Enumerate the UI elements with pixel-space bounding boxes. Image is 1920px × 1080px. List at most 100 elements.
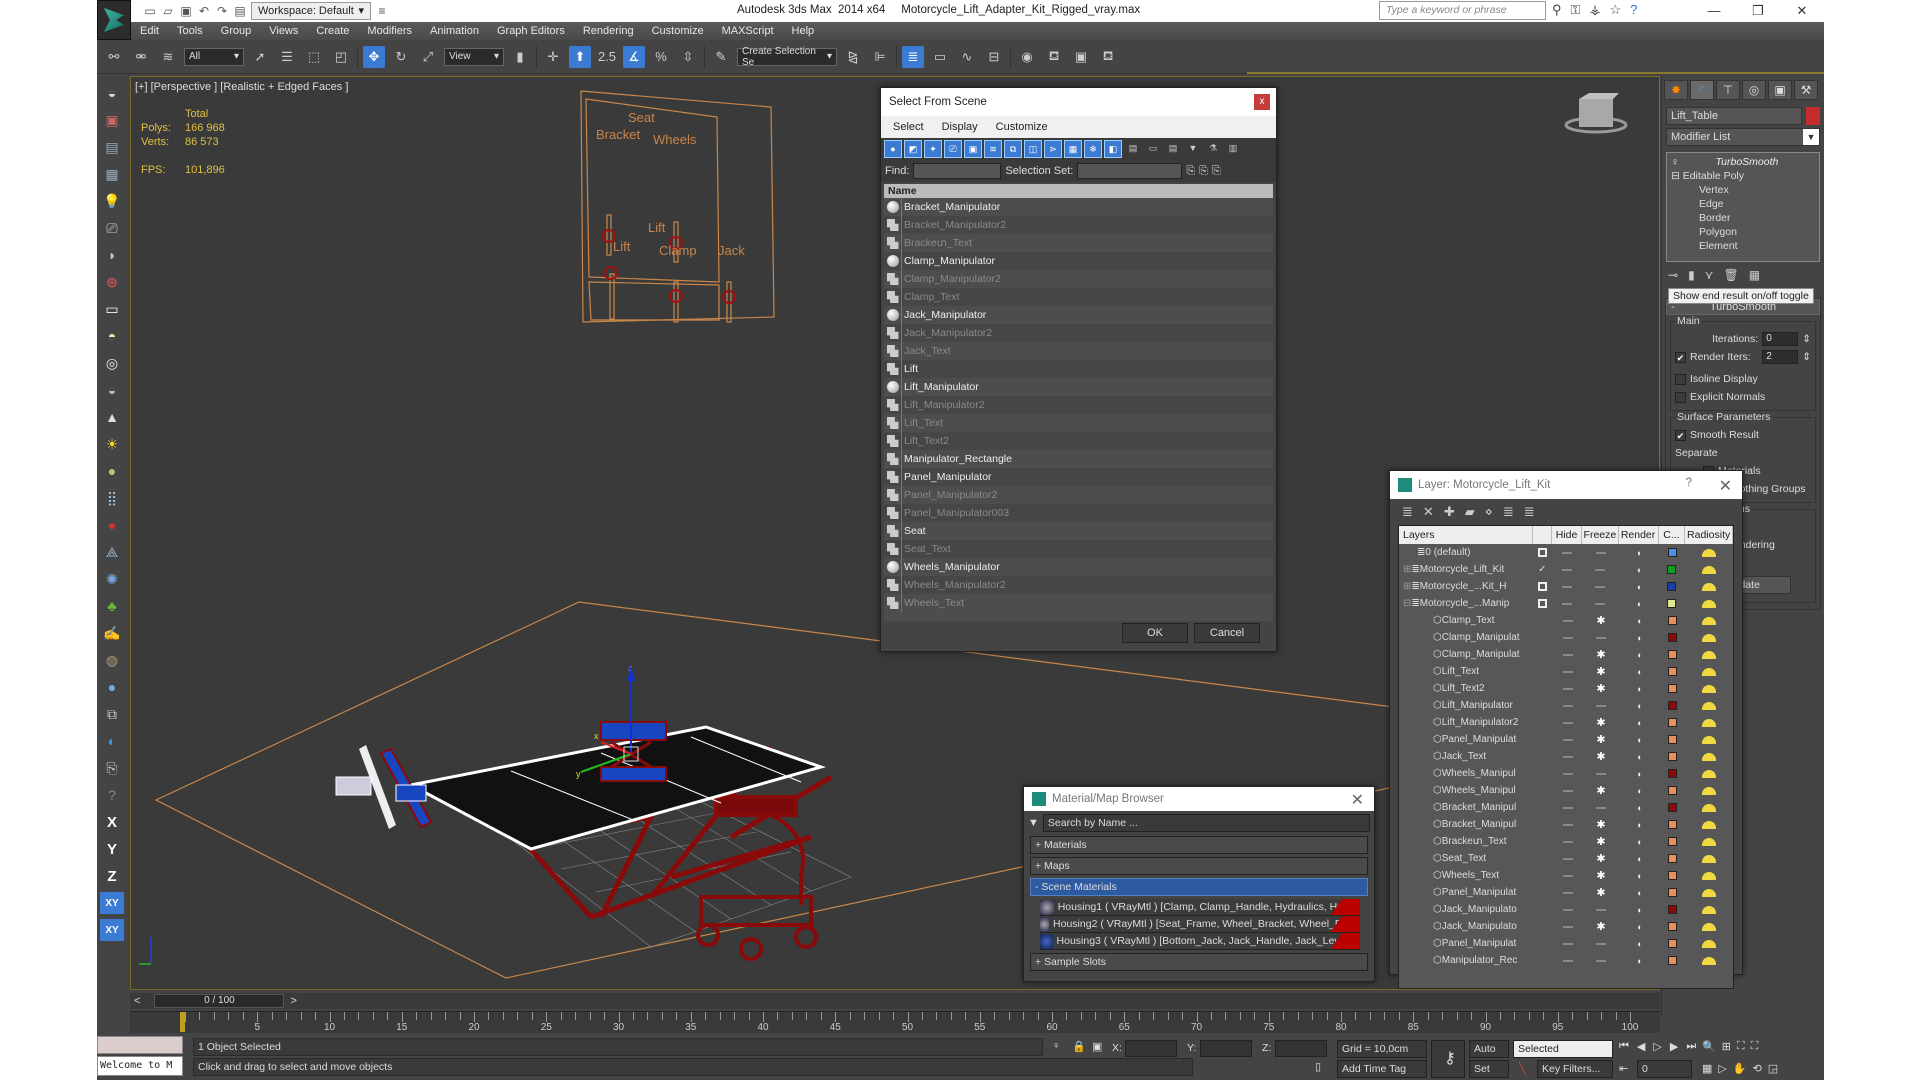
angle-snap-icon[interactable]: ∡ (623, 45, 645, 68)
hide-toggle[interactable] (1552, 602, 1583, 605)
light-bulb-icon[interactable]: 💡 (101, 190, 123, 212)
rectangular-selection-icon[interactable]: ⬚ (303, 46, 325, 68)
show-end-result-icon[interactable]: ▮ (1688, 268, 1695, 282)
menu-group[interactable]: Group (212, 25, 261, 37)
orbit-icon[interactable]: ⟲ (1753, 1062, 1762, 1075)
layer-color-swatch[interactable] (1659, 548, 1686, 557)
layer-object-row[interactable]: ⬡ Wheels_Manipul ◖ (1399, 765, 1733, 782)
panel-layout-icon[interactable]: ▦ (101, 163, 123, 185)
add-time-tag-button[interactable]: Add Time Tag (1337, 1060, 1427, 1078)
lightbulb-icon[interactable]: ♀ (1671, 155, 1679, 169)
cancel-button[interactable]: Cancel (1194, 623, 1260, 643)
layer-object-row[interactable]: ⬡ Clamp_Manipulat ◖ (1399, 629, 1733, 646)
scene-object-row[interactable]: Lift_Manipulator2 (884, 396, 1273, 414)
stack-subobject-vertex[interactable]: Vertex (1671, 183, 1815, 197)
layer-color-swatch[interactable] (1659, 701, 1686, 710)
undo-icon[interactable]: ↶ (197, 4, 211, 18)
radiosity-toggle[interactable] (1685, 599, 1733, 608)
zoom-extents-icon[interactable]: ⛶ (1737, 1040, 1745, 1053)
freeze-toggle[interactable]: ✱ (1583, 665, 1619, 678)
layer-color-swatch[interactable] (1659, 582, 1686, 591)
scene-object-row[interactable]: Wheels_Text (884, 594, 1273, 612)
menu-select[interactable]: Select (893, 121, 924, 133)
menu-display[interactable]: Display (942, 121, 978, 133)
freeze-toggle[interactable]: ✱ (1583, 818, 1619, 831)
freeze-toggle[interactable] (1583, 704, 1619, 707)
scene-object-row[interactable]: Jack_Manipulator (884, 306, 1273, 324)
radiosity-toggle[interactable] (1686, 854, 1733, 863)
current-layer-toggle[interactable] (1533, 548, 1552, 557)
columns-icon[interactable]: ▥ (1224, 140, 1242, 158)
select-and-link-icon[interactable]: ⚯ (103, 46, 125, 68)
isolate-icon[interactable]: ♀ (1052, 1040, 1060, 1052)
spinner-snap-icon[interactable]: ⇳ (677, 46, 699, 68)
layer-object-row[interactable]: ⬡ Panel_Manipulat ✱ ◖ (1399, 884, 1733, 901)
key-icon[interactable]: ⚿ (1571, 2, 1581, 18)
render-toggle[interactable]: ◖ (1619, 820, 1659, 830)
percent-snap-icon[interactable]: % (650, 46, 672, 68)
zoom-icon[interactable]: 🔍 (1702, 1040, 1716, 1053)
render-toggle[interactable]: ◖ (1619, 650, 1659, 660)
layer-color-swatch[interactable] (1659, 565, 1686, 574)
scene-materials-section[interactable]: - Scene Materials (1030, 878, 1368, 896)
create-tab-icon[interactable]: ✸ (1664, 80, 1688, 100)
freeze-toggle[interactable]: ✱ (1583, 682, 1619, 695)
radiosity-toggle[interactable] (1686, 684, 1733, 693)
scene-object-row[interactable]: Jack_Manipulator2 (884, 324, 1273, 342)
hide-toggle[interactable] (1552, 585, 1583, 588)
next-frame-icon[interactable]: ▶ (1670, 1040, 1678, 1053)
expand-toggle-icon[interactable]: ⊞ (1403, 581, 1411, 592)
freeze-toggle[interactable]: ✱ (1583, 733, 1619, 746)
save-icon[interactable]: ▣ (179, 4, 193, 18)
unlink-icon[interactable]: ⚮ (130, 46, 152, 68)
layer-color-swatch[interactable] (1659, 752, 1686, 761)
material-item[interactable]: Housing1 ( VRayMtl ) [Clamp, Clamp_Handl… (1040, 899, 1360, 916)
render-toggle[interactable]: ◖ (1619, 905, 1659, 915)
layer-row[interactable]: ⊟ ≣ Motorcycle_...Manip ◖ (1399, 595, 1733, 612)
toggle-ribbon-icon[interactable]: ▭ (929, 46, 951, 68)
material-item[interactable]: Housing2 ( VRayMtl ) [Seat_Frame, Wheel_… (1040, 916, 1360, 933)
scene-object-row[interactable]: Brackeտ_Text (884, 234, 1273, 252)
freeze-toggle[interactable]: ✱ (1583, 869, 1619, 882)
teapot-icon[interactable]: ◒ (101, 82, 123, 104)
current-layer-toggle[interactable] (1533, 582, 1552, 591)
radiosity-toggle[interactable] (1686, 871, 1733, 880)
layer-color-swatch[interactable] (1659, 888, 1686, 897)
freeze-toggle[interactable] (1583, 908, 1619, 911)
delete-layer-icon[interactable]: ✕ (1423, 504, 1434, 520)
layer-row[interactable]: ≣ 0 (default) ◖ (1399, 544, 1733, 561)
hide-toggle[interactable] (1553, 857, 1583, 860)
render-toggle[interactable]: ◖ (1619, 888, 1659, 898)
layer-object-row[interactable]: ⬡ Manipulator_Rec ◖ (1399, 952, 1733, 969)
scene-object-row[interactable]: Seat_Text (884, 540, 1273, 558)
find-input[interactable] (913, 163, 1002, 179)
filter-lights-icon[interactable]: ✦ (924, 140, 942, 158)
freeze-toggle[interactable]: ✱ (1583, 716, 1619, 729)
current-layer-toggle[interactable]: ✓ (1533, 564, 1552, 575)
radiosity-toggle[interactable] (1686, 769, 1733, 778)
render-toggle[interactable]: ◖ (1619, 667, 1659, 677)
hide-toggle[interactable] (1553, 738, 1583, 741)
align-icon[interactable]: ⊫ (869, 46, 891, 68)
manipulator-panel[interactable] (580, 90, 775, 323)
freeze-toggle[interactable] (1583, 772, 1619, 775)
axis-z-button[interactable]: Z (101, 865, 123, 887)
named-selection-set-dropdown[interactable]: Create Selection Se ▾ (737, 46, 837, 68)
select-children-icon[interactable]: ⎘ (1186, 165, 1195, 178)
play-icon[interactable]: ▷ (1653, 1040, 1661, 1053)
filter-options-icon[interactable]: ⚗ (1204, 140, 1222, 158)
spinner-arrows-icon[interactable]: ⇕ (1802, 333, 1811, 345)
menu-customize[interactable]: Customize (996, 121, 1048, 133)
modifier-list-dropdown[interactable]: Modifier List ▼ (1666, 128, 1820, 146)
render-toggle[interactable]: ◖ (1619, 633, 1659, 643)
axis-xy-snap-button[interactable]: XY (100, 919, 124, 941)
stack-subobject-element[interactable]: Element (1671, 239, 1815, 253)
hide-toggle[interactable] (1553, 891, 1583, 894)
snaps-toggle-icon[interactable]: 2.5 (596, 46, 618, 68)
freeze-toggle[interactable] (1583, 636, 1619, 639)
render-toggle[interactable]: ◖ (1619, 837, 1659, 847)
object-color-swatch[interactable] (1806, 107, 1820, 125)
layer-object-row[interactable]: ⬡ Jack_Manipulato ◖ (1399, 901, 1733, 918)
layer-color-swatch[interactable] (1659, 718, 1686, 727)
stack-item-editable-poly[interactable]: ⊟ Editable Poly (1671, 169, 1815, 183)
